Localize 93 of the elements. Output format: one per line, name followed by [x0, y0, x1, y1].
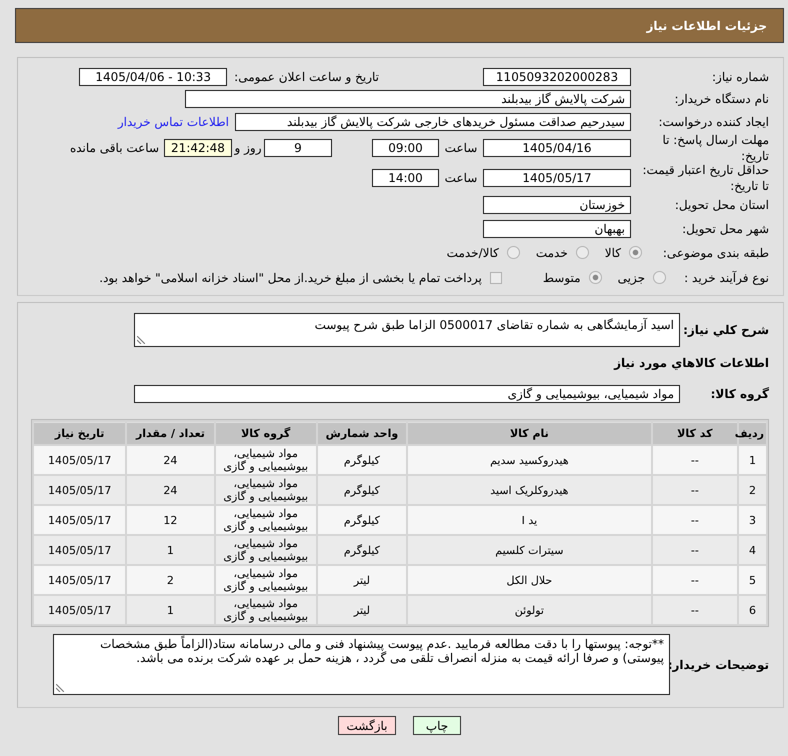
table-cell: 1405/05/17: [34, 506, 126, 534]
days-label: روز و: [233, 141, 262, 155]
resize-grip-icon[interactable]: [137, 336, 145, 344]
option-label: جزیی: [618, 270, 645, 284]
table-header-cell: تعداد / مقدار: [127, 422, 214, 444]
field-label: گروه کالا:: [710, 387, 769, 401]
table-header-cell: گروه کالا: [216, 422, 316, 444]
page-title: جزئیات اطلاعات نیاز: [646, 18, 767, 32]
goods-group-field[interactable]: مواد شیمیایی، بیوشیمیایی و گازی: [134, 385, 680, 403]
remaining-time-field[interactable]: 21:42:48: [164, 139, 232, 157]
announce-date-field[interactable]: 1405/04/06 - 10:33: [79, 68, 228, 86]
table-header-cell: واحد شمارش: [318, 422, 406, 444]
field-label: مهلت ارسال پاسخ: تا تاریخ:: [661, 132, 769, 164]
deadline-time-field[interactable]: 09:00: [372, 139, 439, 157]
print-button[interactable]: چاپ: [413, 716, 461, 735]
option-label: خدمت: [536, 246, 568, 260]
table-cell: مواد شیمیایی، بیوشیمیایی و گازی: [216, 596, 316, 624]
table-cell: مواد شیمیایی، بیوشیمیایی و گازی: [216, 476, 316, 504]
table-cell: هیدروکلریک اسید: [408, 476, 651, 504]
province-field[interactable]: خوزستان: [483, 196, 631, 214]
table-cell: --: [652, 476, 737, 504]
requester-field[interactable]: سیدرحیم صداقت مسئول خریدهای خارجی شرکت پالایش گاز بیدبلند: [235, 112, 631, 130]
table-cell: 24: [127, 446, 214, 474]
buyer-notes-field[interactable]: **توجه: پیوستها را با دقت مطالعه فرمایید .عدم پیوست پیشنهاد فنی و مالی درسامانه ستاد(الزاماً طبق مشخصات پیوستی) و صرفا ارائه قیمت به منزله انصراف تلقی می گردد ، هزینه حمل بر عهده شرکت برنده می باشد.: [53, 634, 670, 695]
table-cell: 24: [127, 476, 214, 504]
table-cell: 4: [738, 536, 766, 564]
city-field[interactable]: بهبهان: [483, 220, 631, 238]
table-cell: 12: [127, 506, 214, 534]
field-label: شماره نیاز:: [711, 69, 769, 85]
table-cell: 2: [738, 476, 766, 504]
table-cell: 2: [127, 566, 214, 594]
field-label: طبقه بندی موضوعی:: [662, 244, 769, 260]
resize-grip-icon[interactable]: [56, 684, 64, 692]
table-cell: کیلوگرم: [318, 446, 406, 474]
validity-time-field[interactable]: 14:00: [372, 169, 439, 187]
field-label: نام دستگاه خریدار:: [674, 91, 769, 107]
table-cell: --: [652, 596, 737, 624]
option-label: کالا/خدمت: [446, 246, 499, 260]
field-label: استان محل تحویل:: [674, 197, 769, 213]
table-cell: 6: [738, 596, 766, 624]
table-cell: مواد شیمیایی، بیوشیمیایی و گازی: [216, 506, 316, 534]
table-cell: 1: [127, 536, 214, 564]
field-label: شهر محل تحویل:: [681, 220, 769, 236]
deadline-date-field[interactable]: 1405/04/16: [483, 139, 631, 157]
option-label: متوسط: [542, 270, 581, 284]
option-label: کالا: [604, 246, 621, 260]
table-cell: 1: [127, 596, 214, 624]
table-cell: 5: [738, 566, 766, 594]
field-label: حداقل تاریخ اعتبار قیمت: تا تاریخ:: [641, 163, 769, 194]
table-header-cell: نام کالا: [408, 422, 651, 444]
table-cell: --: [652, 566, 737, 594]
table-cell: --: [652, 446, 737, 474]
table-cell: 1405/05/17: [34, 566, 126, 594]
table-cell: کیلوگرم: [318, 506, 406, 534]
table-cell: 1: [738, 446, 766, 474]
field-label: توضیحات خریدار:: [670, 658, 769, 672]
table-cell: --: [652, 506, 737, 534]
time-label: ساعت: [444, 141, 478, 155]
table-cell: سیترات کلسیم: [408, 536, 651, 564]
table-cell: مواد شیمیایی، بیوشیمیایی و گازی: [216, 446, 316, 474]
field-label: شرح كلي نیاز:: [682, 323, 769, 337]
table-header-cell: تاریخ نیاز: [34, 422, 126, 444]
section-heading: اطلاعات كالاهاي مورد نياز: [614, 356, 769, 370]
table-cell: لیتر: [318, 596, 406, 624]
table-cell: حلال الکل: [408, 566, 651, 594]
checkbox-label: پرداخت تمام یا بخشی از مبلغ خرید.از محل "اسناد خزانه اسلامی" خواهد بود.: [99, 270, 482, 284]
validity-date-field[interactable]: 1405/05/17: [483, 169, 631, 187]
remaining-label: ساعت باقی مانده: [70, 141, 159, 155]
table-cell: 1405/05/17: [34, 536, 126, 564]
field-label: ایجاد کننده درخواست:: [657, 114, 769, 130]
description-field[interactable]: اسید آزمایشگاهی به شماره تقاضای 0500017 الزاما طبق شرح پیوست: [134, 313, 680, 347]
table-cell: 1405/05/17: [34, 446, 126, 474]
need-number-field[interactable]: 1105093202000283: [483, 68, 631, 86]
time-label: ساعت: [444, 171, 478, 185]
table-cell: تولوئن: [408, 596, 651, 624]
days-field[interactable]: 9: [264, 139, 332, 157]
table-cell: 1405/05/17: [34, 476, 126, 504]
buyer-name-field[interactable]: شرکت پالایش گاز بیدبلند: [185, 90, 631, 108]
contact-link[interactable]: اطلاعات تماس خریدار: [118, 114, 229, 128]
back-button[interactable]: بازگشت: [338, 716, 396, 735]
table-cell: 3: [738, 506, 766, 534]
table-cell: 1405/05/17: [34, 596, 126, 624]
table-cell: --: [652, 536, 737, 564]
field-label: نوع فرآیند خرید :: [683, 270, 769, 286]
table-header-cell: کد کالا: [652, 422, 737, 444]
table-cell: مواد شیمیایی، بیوشیمیایی و گازی: [216, 566, 316, 594]
field-label: تاریخ و ساعت اعلان عمومی:: [234, 70, 379, 84]
table-cell: ید I: [408, 506, 651, 534]
table-cell: کیلوگرم: [318, 536, 406, 564]
table-cell: کیلوگرم: [318, 476, 406, 504]
table-cell: لیتر: [318, 566, 406, 594]
table-cell: هیدروکسید سدیم: [408, 446, 651, 474]
table-cell: مواد شیمیایی، بیوشیمیایی و گازی: [216, 536, 316, 564]
